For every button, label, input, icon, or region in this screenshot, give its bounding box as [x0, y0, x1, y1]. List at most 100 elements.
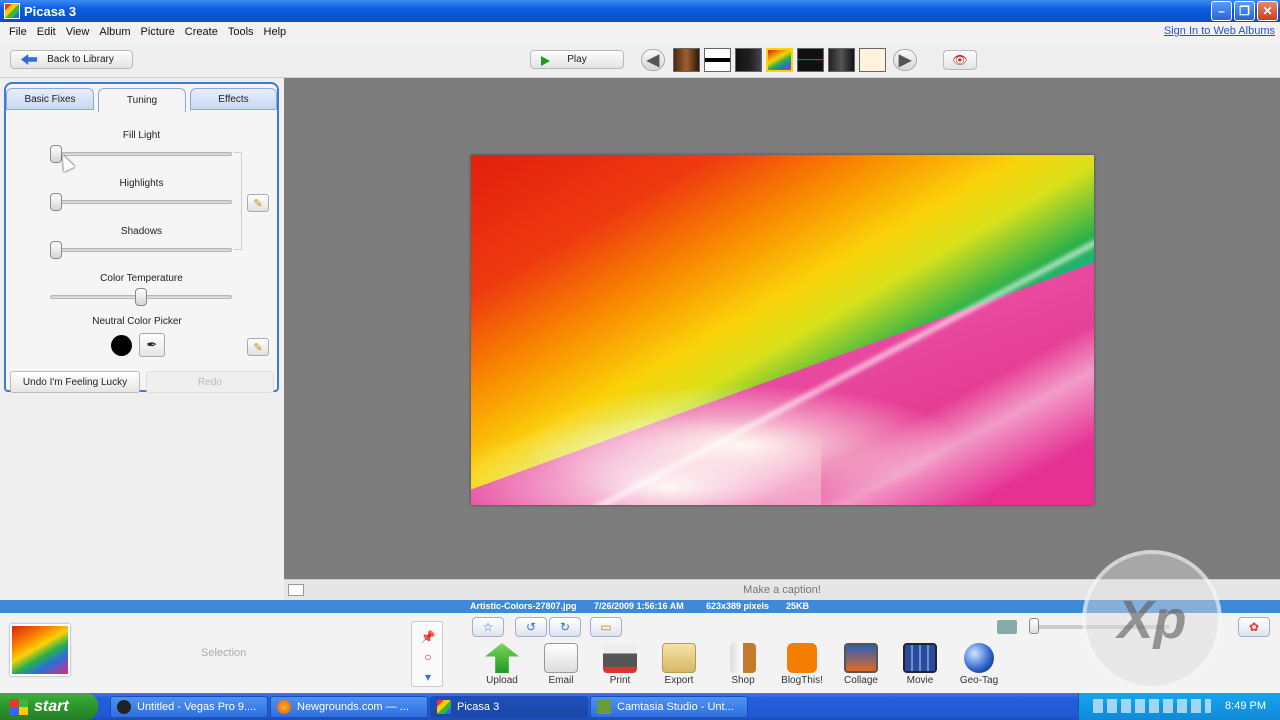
- export-action[interactable]: Export: [650, 643, 708, 687]
- magic-wand-icon: ✎: [253, 341, 263, 354]
- filmstrip-thumb[interactable]: [828, 48, 855, 72]
- menu-tools[interactable]: Tools: [223, 26, 259, 38]
- taskbar-firefox[interactable]: Newgrounds.com — ...: [270, 696, 428, 718]
- shop-action[interactable]: Shop: [714, 643, 772, 687]
- geotag-action[interactable]: Geo-Tag: [950, 643, 1008, 687]
- shadows-slider[interactable]: [50, 248, 232, 252]
- undo-feeling-lucky-button[interactable]: Undo I'm Feeling Lucky: [10, 371, 140, 393]
- back-arrow-icon: [21, 54, 37, 65]
- menu-create[interactable]: Create: [180, 26, 223, 38]
- color-temperature-knob[interactable]: [135, 288, 147, 306]
- watermark-text: Xp: [1117, 590, 1187, 650]
- collage-label: Collage: [844, 675, 878, 686]
- minimize-button[interactable]: –: [1211, 1, 1232, 21]
- start-button[interactable]: start: [0, 693, 98, 720]
- movie-label: Movie: [906, 675, 934, 686]
- geotag-label: Geo-Tag: [959, 675, 999, 686]
- upload-action[interactable]: Upload: [473, 643, 531, 687]
- view-mode-button[interactable]: ✿: [1238, 617, 1270, 637]
- toolbar: Back to Library Play ◀ ▶ 👁: [0, 42, 1280, 78]
- picasa-icon: [437, 700, 451, 714]
- shop-label: Shop: [731, 675, 755, 686]
- tab-effects[interactable]: Effects: [190, 88, 277, 110]
- tray-icons[interactable]: [1093, 699, 1211, 713]
- photo-white-glow: [471, 415, 821, 505]
- eyedropper-button[interactable]: ✒: [139, 333, 165, 357]
- auto-contrast-wand-button[interactable]: ✎: [247, 194, 269, 212]
- tray-selection-label: Selection: [201, 647, 247, 659]
- auto-levels-bracket: [234, 152, 242, 250]
- fill-light-slider[interactable]: [50, 152, 232, 156]
- clear-tray-icon[interactable]: ○: [420, 650, 436, 664]
- photo-viewer: [284, 78, 1280, 579]
- taskbar-firefox-label: Newgrounds.com — ...: [297, 701, 409, 713]
- tray-selected-thumb[interactable]: [10, 624, 70, 676]
- filmstrip-thumb[interactable]: [673, 48, 700, 72]
- window-title: Picasa 3: [24, 3, 77, 19]
- neutral-color-swatch: [111, 335, 132, 356]
- filmstrip-thumb[interactable]: [859, 48, 886, 72]
- photo-artistic-colors[interactable]: [471, 155, 1094, 505]
- filmstrip-thumb[interactable]: [704, 48, 731, 72]
- print-action[interactable]: Print: [591, 643, 649, 687]
- shadows-knob[interactable]: [50, 241, 62, 259]
- blogger-icon: [787, 643, 817, 673]
- tab-basic-fixes[interactable]: Basic Fixes: [6, 88, 94, 110]
- taskbar-camtasia[interactable]: Camtasia Studio - Unt...: [590, 696, 748, 718]
- windows-logo-icon: [10, 698, 28, 715]
- redo-button[interactable]: Redo: [146, 371, 274, 393]
- menu-view[interactable]: View: [61, 26, 95, 38]
- firefox-icon: [277, 700, 291, 714]
- blogthis-action[interactable]: BlogThis!: [773, 643, 831, 687]
- star-button[interactable]: ☆: [472, 617, 504, 637]
- taskbar-picasa[interactable]: Picasa 3: [430, 696, 588, 718]
- highlights-slider[interactable]: [50, 200, 232, 204]
- hold-pin-icon[interactable]: 📌: [420, 630, 436, 644]
- previous-photo-button[interactable]: ◀: [641, 49, 665, 71]
- play-button[interactable]: Play: [530, 50, 624, 69]
- email-label: Email: [548, 675, 574, 686]
- tag-button[interactable]: ▭: [590, 617, 622, 637]
- picasa-app-icon: [4, 3, 20, 19]
- menu-file[interactable]: File: [4, 26, 32, 38]
- maximize-button[interactable]: ❐: [1234, 1, 1255, 21]
- tab-tuning[interactable]: Tuning: [98, 88, 186, 112]
- menu-help[interactable]: Help: [259, 26, 292, 38]
- add-to-album-icon[interactable]: ▾: [420, 670, 436, 684]
- menu-edit[interactable]: Edit: [32, 26, 61, 38]
- eyedropper-icon: ✒: [146, 337, 158, 352]
- tuning-panel: Fill Light Highlights Shadows ✎ Color Te…: [6, 110, 277, 393]
- email-action[interactable]: Email: [532, 643, 590, 687]
- movie-action[interactable]: Movie: [891, 643, 949, 687]
- rotate-left-button[interactable]: ↺: [515, 617, 547, 637]
- taskbar-vegas[interactable]: Untitled - Vegas Pro 9....: [110, 696, 268, 718]
- zoom-icon: [997, 620, 1017, 634]
- window-controls: – ❐ ✕: [1211, 1, 1278, 21]
- collage-action[interactable]: Collage: [832, 643, 890, 687]
- close-button[interactable]: ✕: [1257, 1, 1278, 21]
- print-label: Print: [609, 675, 631, 686]
- rotate-right-button[interactable]: ↻: [549, 617, 581, 637]
- info-filename: Artistic-Colors-27807.jpg: [470, 601, 577, 611]
- back-to-library-button[interactable]: Back to Library: [10, 50, 133, 69]
- menu-picture[interactable]: Picture: [136, 26, 180, 38]
- filmstrip-thumb[interactable]: [797, 48, 824, 72]
- menu-album[interactable]: Album: [94, 26, 135, 38]
- filmstrip-thumb-selected[interactable]: [766, 48, 793, 72]
- zoom-knob[interactable]: [1029, 618, 1039, 634]
- start-label: start: [34, 697, 69, 715]
- filmstrip-thumb[interactable]: [735, 48, 762, 72]
- title-bar: Picasa 3 – ❐ ✕: [0, 0, 1280, 22]
- next-photo-button[interactable]: ▶: [893, 49, 917, 71]
- camtasia-icon: [597, 700, 611, 714]
- view-toggle-button[interactable]: 👁: [943, 50, 977, 70]
- play-label: Play: [567, 54, 587, 65]
- auto-color-wand-button[interactable]: ✎: [247, 338, 269, 356]
- sign-in-link[interactable]: Sign In to Web Albums: [1164, 25, 1275, 37]
- taskbar-camtasia-label: Camtasia Studio - Unt...: [617, 701, 734, 713]
- tab-frame: Basic Fixes Tuning Effects Fill Light Hi…: [4, 82, 279, 393]
- folder-icon: [662, 643, 696, 673]
- system-tray: 8:49 PM: [1078, 693, 1280, 720]
- highlights-knob[interactable]: [50, 193, 62, 211]
- printer-icon: [603, 643, 637, 673]
